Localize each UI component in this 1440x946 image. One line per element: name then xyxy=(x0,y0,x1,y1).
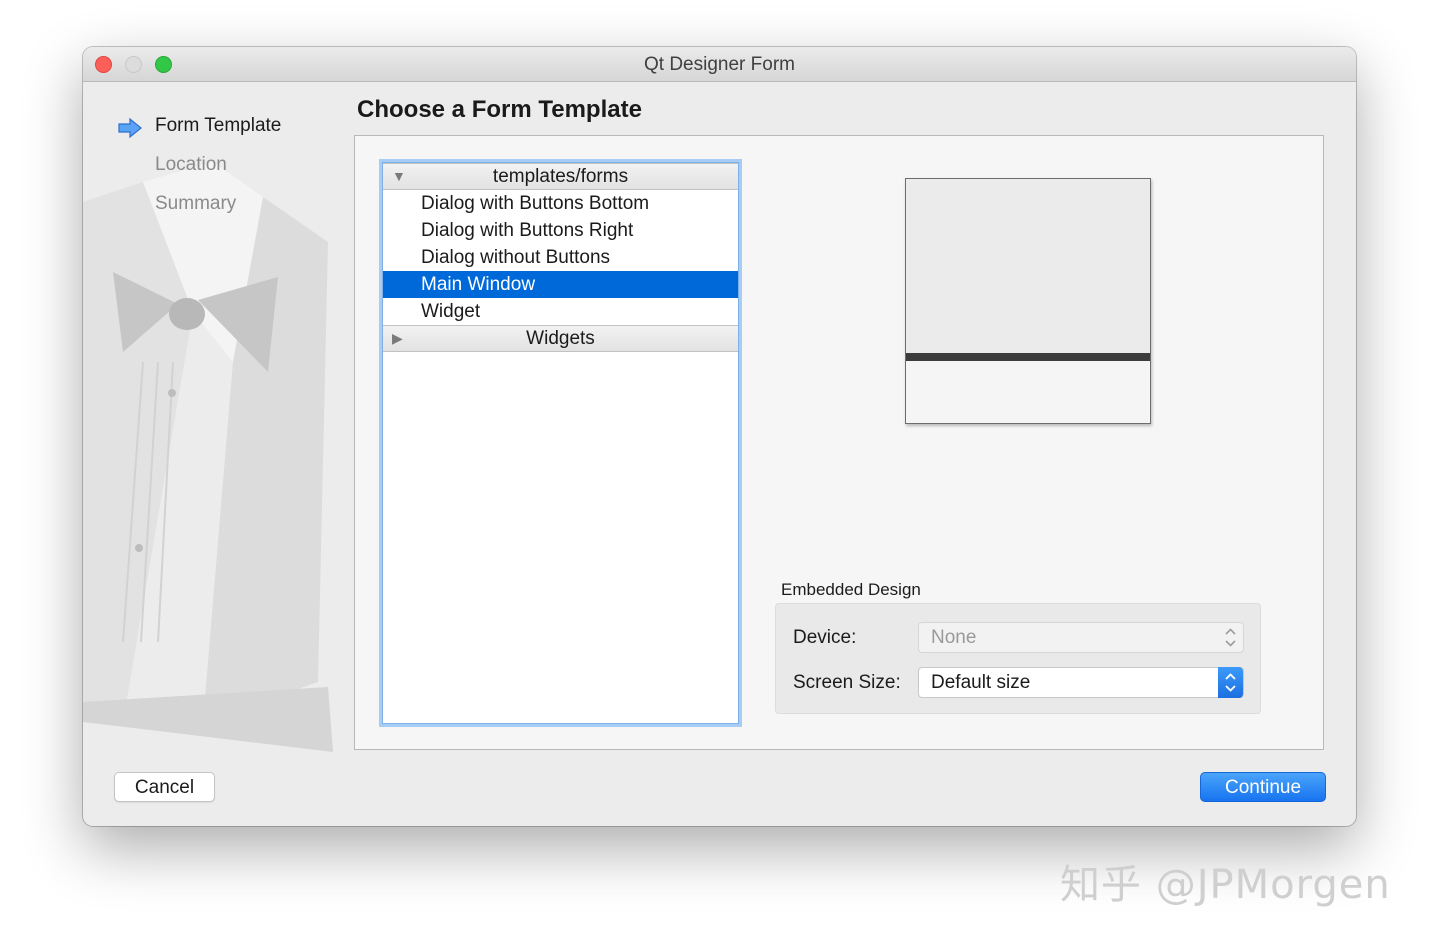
up-down-chevron-icon[interactable] xyxy=(1218,667,1243,698)
continue-button[interactable]: Continue xyxy=(1200,772,1326,802)
window-title: Qt Designer Form xyxy=(644,54,795,75)
page-title: Choose a Form Template xyxy=(357,96,642,123)
blue-arrow-icon xyxy=(118,117,142,139)
template-panel: ▼ templates/forms Dialog with Buttons Bo… xyxy=(354,135,1324,750)
device-combo-value: None xyxy=(931,627,977,648)
tree-group-widgets[interactable]: ▶ Widgets xyxy=(383,325,738,352)
preview-bottom-area xyxy=(906,361,1150,423)
template-preview xyxy=(905,178,1151,424)
triangle-down-icon[interactable]: ▼ xyxy=(392,164,406,189)
tree-group-label: templates/forms xyxy=(492,166,629,187)
title-bar[interactable]: Qt Designer Form xyxy=(83,47,1356,82)
preview-divider xyxy=(906,353,1150,361)
embedded-design-group: Device: None Screen Size: Default size xyxy=(775,603,1261,714)
step-location: Location xyxy=(155,154,227,175)
embedded-design-label: Embedded Design xyxy=(781,580,921,599)
wizard-background-art xyxy=(83,82,353,782)
up-down-chevron-icon xyxy=(1218,622,1243,653)
cancel-button[interactable]: Cancel xyxy=(114,772,215,802)
dialog-window: Qt Designer Form Form Template Location … xyxy=(83,47,1356,826)
tree-item-dialog-buttons-bottom[interactable]: Dialog with Buttons Bottom xyxy=(383,190,738,217)
device-combo[interactable]: None xyxy=(918,622,1244,653)
screen-size-combo[interactable]: Default size xyxy=(918,667,1244,698)
screen-size-combo-value: Default size xyxy=(931,672,1031,693)
tree-item-dialog-without-buttons[interactable]: Dialog without Buttons xyxy=(383,244,738,271)
step-form-template: Form Template xyxy=(155,115,282,136)
device-label: Device: xyxy=(793,627,857,648)
tree-group-templates-forms[interactable]: ▼ templates/forms xyxy=(383,163,738,190)
watermark-text: 知乎 @JPMorgen xyxy=(1060,862,1391,908)
tree-item-widget[interactable]: Widget xyxy=(383,298,738,325)
tree-item-main-window[interactable]: Main Window xyxy=(383,271,738,298)
template-tree[interactable]: ▼ templates/forms Dialog with Buttons Bo… xyxy=(382,162,739,724)
tree-group-label: Widgets xyxy=(526,328,595,349)
tree-item-dialog-buttons-right[interactable]: Dialog with Buttons Right xyxy=(383,217,738,244)
screen-size-label: Screen Size: xyxy=(793,672,901,693)
triangle-right-icon[interactable]: ▶ xyxy=(392,326,403,351)
step-summary: Summary xyxy=(155,193,237,214)
screen: Qt Designer Form Form Template Location … xyxy=(0,0,1440,946)
